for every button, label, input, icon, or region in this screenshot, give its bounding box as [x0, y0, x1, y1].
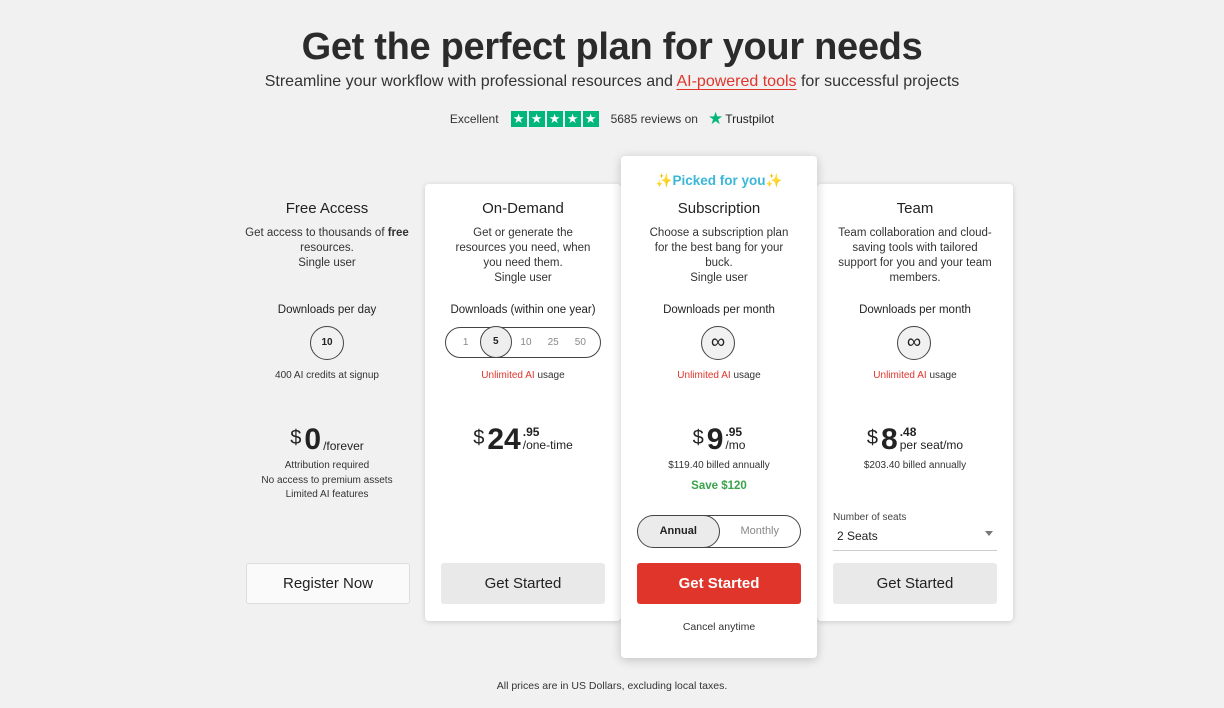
- billed-annually: $119.40 billed annually: [668, 460, 770, 471]
- cancel-anytime-note: Cancel anytime: [682, 621, 756, 633]
- user-count: Single user: [690, 272, 748, 284]
- picked-for-you-badge: ✨Picked for you✨: [655, 173, 783, 188]
- plan-name: On-Demand: [482, 200, 564, 217]
- price-period: /mo: [725, 438, 746, 452]
- usage-text: usage: [537, 370, 565, 381]
- save-amount: Save $120: [691, 480, 747, 492]
- limitation-line: No access to premium assets: [261, 474, 393, 486]
- usage-text: usage: [733, 370, 761, 381]
- quantity-option[interactable]: 25: [540, 328, 566, 357]
- caret-down-icon: [985, 531, 993, 536]
- unlimited-ai-text: Unlimited AI: [873, 370, 927, 381]
- on-demand-get-started-button[interactable]: Get Started: [441, 563, 605, 604]
- downloads-label: Downloads per month: [663, 304, 775, 316]
- free-plan: Free Access Get access to thousands of f…: [229, 0, 425, 708]
- price-amount: 8: [881, 423, 898, 456]
- quantity-option[interactable]: 1: [453, 328, 479, 357]
- unlimited-ai-text: Unlimited AI: [677, 370, 731, 381]
- plan-description: Get access to thousands of free resource…: [229, 226, 425, 271]
- plan-description: Team collaboration and cloud-saving tool…: [838, 227, 992, 284]
- infinity-icon: ∞: [701, 326, 735, 360]
- desc-text: Choose a subscription plan for the best …: [649, 227, 789, 269]
- desc-text: Get access to thousands of: [245, 227, 385, 239]
- quantity-option[interactable]: 10: [513, 328, 539, 357]
- downloads-label: Downloads (within one year): [450, 304, 596, 316]
- on-demand-plan: On-Demand Get or generate the resources …: [425, 0, 621, 708]
- price-amount: 9: [706, 423, 724, 456]
- quantity-option-selected[interactable]: 5: [479, 326, 512, 358]
- desc-text: Get or generate the resources you need, …: [455, 227, 591, 269]
- plan-description: Get or generate the resources you need, …: [425, 226, 621, 286]
- plan-name: Team: [896, 200, 934, 217]
- downloads-badge: 10: [310, 326, 344, 360]
- ai-credits-note: 400 AI credits at signup: [275, 370, 379, 381]
- subscription-get-started-button[interactable]: Get Started: [637, 563, 801, 604]
- plan-name: Free Access: [285, 200, 369, 217]
- price: $ 8 .48 per seat/mo: [817, 424, 1013, 456]
- desc-bold: free: [387, 227, 409, 239]
- register-now-button[interactable]: Register Now: [246, 563, 410, 604]
- price-amount: 24: [487, 423, 521, 456]
- ai-usage-note: Unlimited AI usage: [425, 370, 621, 381]
- user-count: Single user: [298, 257, 356, 269]
- download-quantity-selector[interactable]: 1 5 10 25 50: [445, 326, 601, 358]
- currency: $: [290, 427, 302, 449]
- currency: $: [866, 427, 879, 449]
- monthly-option[interactable]: Monthly: [720, 516, 801, 547]
- currency: $: [473, 427, 485, 449]
- seats-dropdown[interactable]: 2 Seats: [833, 527, 997, 551]
- price-period: /forever: [323, 439, 364, 453]
- quantity-option[interactable]: 50: [567, 328, 593, 357]
- billed-annually: $203.40 billed annually: [863, 460, 967, 471]
- downloads-label: Downloads per month: [859, 304, 971, 316]
- price-period: /one-time: [522, 438, 573, 452]
- plan-name: Subscription: [677, 200, 761, 217]
- price: $ 9 .95 /mo: [621, 424, 817, 456]
- price: $ 0 /forever: [229, 424, 425, 456]
- billing-period-toggle[interactable]: Annual Monthly: [637, 515, 801, 548]
- seats-value: 2 Seats: [837, 529, 878, 543]
- infinity-icon: ∞: [897, 326, 931, 360]
- price-disclaimer: All prices are in US Dollars, excluding …: [496, 680, 728, 692]
- ai-usage-note: Unlimited AI usage: [621, 370, 817, 381]
- price: $ 24 .95 /one-time: [425, 424, 621, 456]
- limitation-line: Limited AI features: [285, 489, 369, 500]
- subscription-plan: ✨Picked for you✨ Subscription Choose a s…: [621, 0, 817, 708]
- team-plan: Team Team collaboration and cloud-saving…: [817, 0, 1013, 708]
- unlimited-ai-text: Unlimited AI: [481, 370, 535, 381]
- seats-label: Number of seats: [833, 512, 907, 523]
- team-get-started-button[interactable]: Get Started: [833, 563, 997, 604]
- currency: $: [692, 427, 704, 449]
- ai-usage-note: Unlimited AI usage: [817, 370, 1013, 381]
- annual-option[interactable]: Annual: [638, 516, 720, 547]
- price-amount: 0: [304, 423, 322, 456]
- user-count: Single user: [494, 272, 552, 284]
- limitation-line: Attribution required: [284, 460, 370, 471]
- plan-limitations: Attribution required No access to premiu…: [229, 459, 425, 503]
- price-period: per seat/mo: [899, 438, 964, 452]
- downloads-label: Downloads per day: [277, 304, 377, 316]
- plan-description: Choose a subscription plan for the best …: [621, 226, 817, 286]
- desc-text-end: resources.: [300, 242, 354, 254]
- usage-text: usage: [929, 370, 957, 381]
